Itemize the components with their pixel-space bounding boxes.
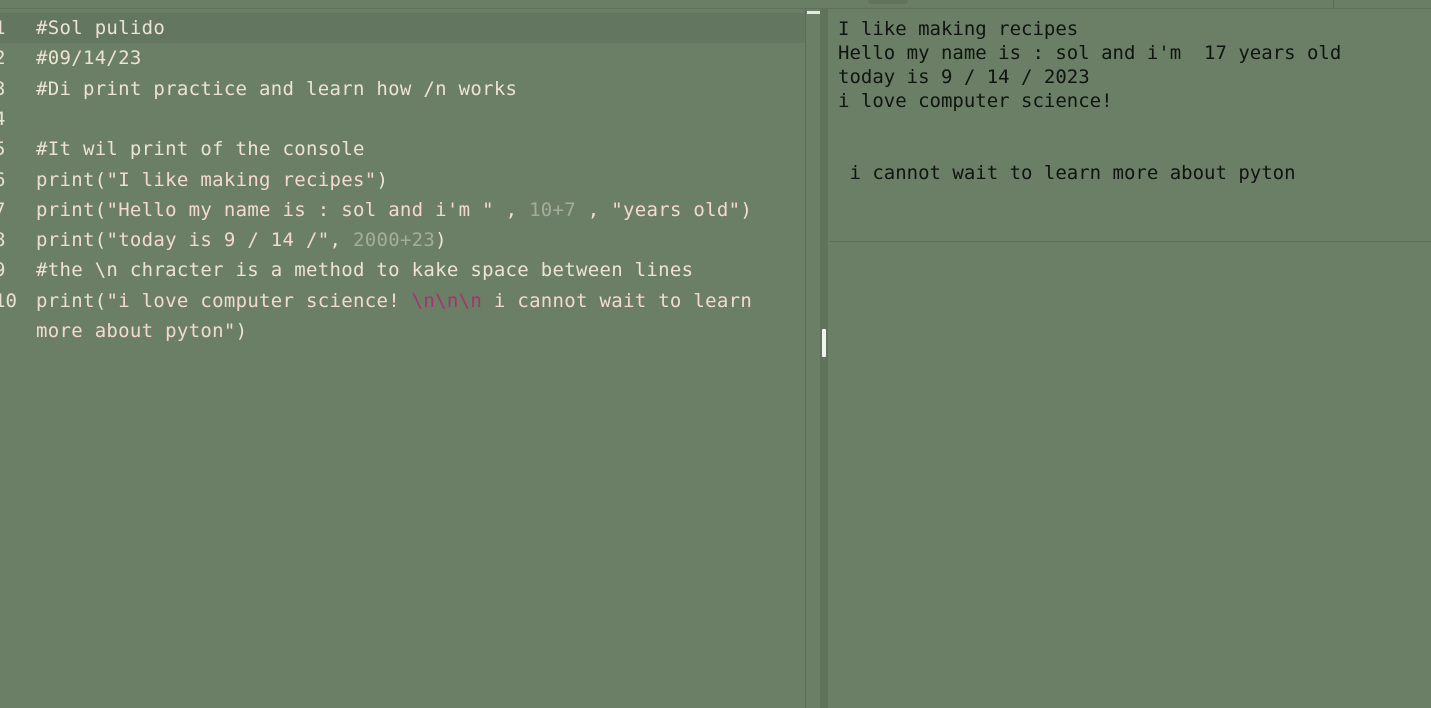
- code-token: i cannot wait to learn: [482, 289, 753, 312]
- code-token: ): [376, 168, 389, 191]
- top-toolbar-strip: [0, 0, 1431, 9]
- code-token: print: [36, 168, 95, 191]
- code-line[interactable]: 10 print("i love computer science! \n\n\n…: [0, 286, 805, 316]
- toolbar-divider: [1333, 0, 1334, 8]
- code-token: \n\n\n: [411, 289, 483, 312]
- code-text: print("Hello my name is : sol and i'm " …: [36, 195, 752, 225]
- line-number: 2: [0, 43, 10, 73]
- console-output[interactable]: I like making recipes Hello my name is : …: [829, 9, 1431, 242]
- code-token: ): [235, 320, 248, 342]
- code-token: #the \n chracter is a method to kake spa…: [36, 259, 694, 282]
- code-line[interactable]: 9 #the \n chracter is a method to kake sp…: [0, 255, 805, 285]
- code-token: 10+7: [529, 198, 577, 221]
- console-output-line: today is 9 / 14 / 2023: [838, 66, 1090, 88]
- console-output-line: Hello my name is : sol and i'm 17 years …: [838, 42, 1342, 64]
- code-line[interactable]: 1 #Sol pulido: [0, 13, 805, 43]
- pane-resize-handle[interactable]: [822, 329, 826, 357]
- code-token: more about pyton": [36, 320, 236, 342]
- code-line[interactable]: 8 print("today is 9 / 14 /", 2000+23): [0, 225, 805, 255]
- code-text: #the \n chracter is a method to kake spa…: [36, 255, 693, 285]
- line-number: 3: [0, 74, 10, 104]
- line-number: 7: [0, 195, 10, 225]
- code-token: (: [94, 198, 107, 221]
- code-token: (: [94, 168, 107, 191]
- code-token: print: [36, 289, 95, 312]
- code-line[interactable]: 6 print("I like making recipes"): [0, 165, 805, 195]
- code-text: #Di print practice and learn how /n work…: [36, 74, 517, 104]
- code-line[interactable]: more about pyton"): [0, 316, 805, 346]
- code-token: "i love computer science!: [106, 289, 412, 312]
- code-token: ): [740, 198, 753, 221]
- code-token: (: [94, 289, 107, 312]
- code-token: #It wil print of the console: [36, 138, 365, 161]
- code-line[interactable]: 3 #Di print practice and learn how /n wor…: [0, 74, 805, 104]
- pane-splitter[interactable]: [820, 9, 828, 708]
- console-output-line: i cannot wait to learn more about pyton: [838, 162, 1296, 184]
- code-token: ,: [493, 198, 530, 221]
- code-token: "Hello my name is : sol and i'm ": [106, 198, 494, 221]
- code-text: #09/14/23: [36, 43, 142, 73]
- code-line[interactable]: 5 #It wil print of the console: [0, 134, 805, 164]
- code-token: print: [36, 198, 95, 221]
- code-token: 2000+23: [352, 229, 436, 252]
- code-token: #09/14/23: [36, 47, 142, 70]
- code-token: "today is 9 / 14 /": [106, 229, 330, 252]
- console-output-line: i love computer science!: [838, 90, 1113, 112]
- line-number: 1: [0, 13, 10, 43]
- console-tab[interactable]: [868, 0, 908, 4]
- code-token: ,: [329, 229, 353, 252]
- code-line[interactable]: 4: [0, 104, 805, 134]
- code-editor[interactable]: 1 #Sol pulido 2 #09/14/23 3 #Di print practic…: [0, 9, 805, 708]
- code-text: #Sol pulido: [36, 13, 165, 43]
- line-number: 6: [0, 165, 10, 195]
- editor-scrollbar-thumb[interactable]: [807, 11, 820, 14]
- line-number: 8: [0, 225, 10, 255]
- code-text: #It wil print of the console: [36, 134, 365, 164]
- code-text: print("today is 9 / 14 /", 2000+23): [36, 225, 447, 255]
- code-text: print("I like making recipes"): [36, 165, 388, 195]
- code-token: "I like making recipes": [106, 168, 377, 191]
- code-token: ): [435, 229, 447, 252]
- code-line[interactable]: 7 print("Hello my name is : sol and i'm "…: [0, 195, 805, 225]
- code-token: ,: [576, 198, 612, 221]
- code-token: (: [94, 229, 107, 252]
- editor-border: [805, 9, 806, 708]
- line-number: 4: [0, 104, 10, 134]
- code-text: more about pyton"): [36, 316, 247, 346]
- replit-workspace: 1 #Sol pulido 2 #09/14/23 3 #Di print practic…: [0, 0, 1431, 708]
- code-token: print: [36, 229, 95, 252]
- code-text: print("i love computer science! \n\n\n i…: [36, 286, 752, 316]
- code-token: #Di print practice and learn how /n work…: [36, 77, 518, 100]
- code-token: #Sol pulido: [36, 17, 166, 39]
- line-number: 10: [0, 289, 17, 312]
- line-number: 5: [0, 134, 10, 164]
- console-output-line: I like making recipes: [838, 18, 1079, 40]
- line-number: 9: [0, 255, 10, 285]
- code-line[interactable]: 2 #09/14/23: [0, 43, 805, 73]
- console-empty-area[interactable]: [829, 242, 1431, 708]
- code-token: "years old": [611, 198, 741, 221]
